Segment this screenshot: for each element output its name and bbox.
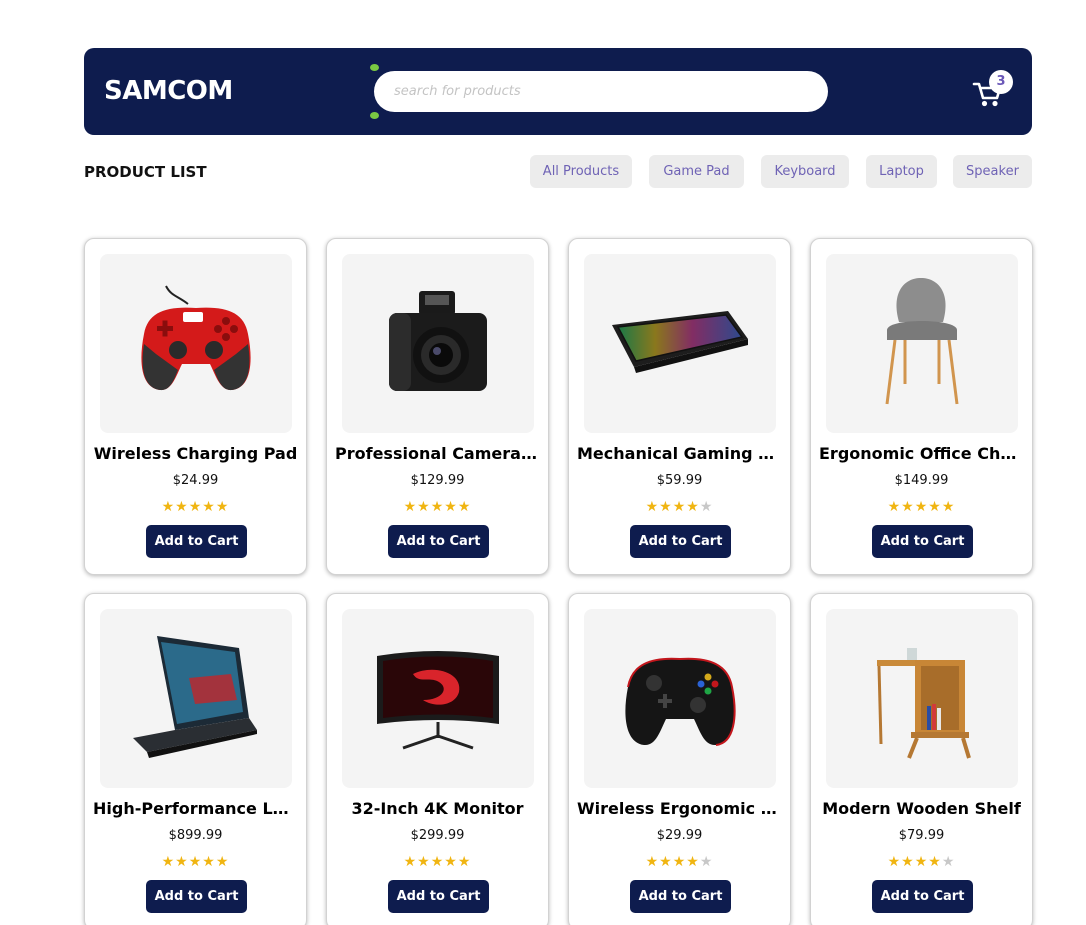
- cart-button[interactable]: 3: [972, 68, 1018, 114]
- product-price: $79.99: [898, 828, 945, 843]
- site-header: SAMCOM 3: [84, 48, 1032, 135]
- search-input[interactable]: [374, 71, 828, 112]
- product-name: Wireless Ergonomic P...: [577, 799, 782, 818]
- star-icon: ★★★★★: [887, 499, 956, 515]
- star-empty-icon: ★: [699, 499, 714, 515]
- product-image: [100, 609, 292, 788]
- product-name: Modern Wooden Shelf: [822, 799, 1021, 818]
- star-icon: ★★★★: [645, 854, 700, 870]
- star-rating: ★★★★★: [811, 499, 1032, 515]
- product-name: 32-Inch 4K Monitor: [351, 799, 524, 818]
- product-image: [342, 254, 534, 433]
- star-icon: ★★★★★: [403, 854, 472, 870]
- product-name: Wireless Charging Pad: [93, 444, 298, 463]
- product-price: $149.99: [894, 473, 949, 488]
- star-rating: ★★★★★: [811, 854, 1032, 870]
- filter-all-products[interactable]: All Products: [530, 155, 632, 188]
- product-card[interactable]: Wireless Charging Pad $24.99 ★★★★★ Add t…: [84, 238, 307, 575]
- chair-icon: [885, 277, 959, 404]
- add-to-cart-button[interactable]: Add to Cart: [872, 880, 973, 913]
- filter-keyboard[interactable]: Keyboard: [761, 155, 849, 188]
- shelf-icon: [877, 647, 971, 759]
- product-price: $899.99: [168, 828, 223, 843]
- product-image: [584, 609, 776, 788]
- logo[interactable]: SAMCOM: [104, 76, 233, 106]
- product-price: $299.99: [410, 828, 465, 843]
- star-rating: ★★★★★: [85, 854, 306, 870]
- product-price: $29.99: [656, 828, 703, 843]
- star-rating: ★★★★★: [327, 499, 548, 515]
- star-icon: ★★★★: [645, 499, 700, 515]
- filter-laptop[interactable]: Laptop: [866, 155, 937, 188]
- star-rating: ★★★★★: [569, 499, 790, 515]
- page-title: PRODUCT LIST: [84, 163, 207, 181]
- product-card[interactable]: Ergonomic Office Chair $149.99 ★★★★★ Add…: [810, 238, 1033, 575]
- product-name: Ergonomic Office Chair: [819, 444, 1024, 463]
- add-to-cart-button[interactable]: Add to Cart: [146, 525, 247, 558]
- add-to-cart-button[interactable]: Add to Cart: [630, 525, 731, 558]
- monitor-icon: [377, 650, 499, 749]
- add-to-cart-button[interactable]: Add to Cart: [388, 525, 489, 558]
- search-bar: [374, 71, 828, 112]
- star-empty-icon: ★: [699, 854, 714, 870]
- camera-icon: [389, 290, 487, 391]
- leaf-icon: [370, 64, 379, 71]
- star-icon: ★★★★★: [403, 499, 472, 515]
- product-name: Mechanical Gaming K...: [577, 444, 782, 463]
- add-to-cart-button[interactable]: Add to Cart: [630, 880, 731, 913]
- star-icon: ★★★★★: [161, 854, 230, 870]
- product-image: [584, 254, 776, 433]
- product-card[interactable]: Wireless Ergonomic P... $29.99 ★★★★★ Add…: [568, 593, 791, 925]
- product-card[interactable]: Professional Camera ... $129.99 ★★★★★ Ad…: [326, 238, 549, 575]
- cart-count-badge: 3: [989, 70, 1013, 94]
- product-image: [342, 609, 534, 788]
- product-price: $129.99: [410, 473, 465, 488]
- product-card[interactable]: High-Performance La... $899.99 ★★★★★ Add…: [84, 593, 307, 925]
- product-price: $59.99: [656, 473, 703, 488]
- product-price: $24.99: [172, 473, 219, 488]
- star-rating: ★★★★★: [569, 854, 790, 870]
- laptop-icon: [133, 635, 257, 758]
- keyboard-icon: [612, 310, 748, 373]
- gamepad-icon: [625, 657, 736, 746]
- product-name: Professional Camera ...: [335, 444, 540, 463]
- product-card[interactable]: Mechanical Gaming K... $59.99 ★★★★★ Add …: [568, 238, 791, 575]
- product-card[interactable]: Modern Wooden Shelf $79.99 ★★★★★ Add to …: [810, 593, 1033, 925]
- add-to-cart-button[interactable]: Add to Cart: [388, 880, 489, 913]
- star-rating: ★★★★★: [85, 499, 306, 515]
- star-rating: ★★★★★: [327, 854, 548, 870]
- product-card[interactable]: 32-Inch 4K Monitor $299.99 ★★★★★ Add to …: [326, 593, 549, 925]
- filter-game-pad[interactable]: Game Pad: [649, 155, 744, 188]
- leaf-icon: [370, 112, 379, 119]
- product-image: [826, 609, 1018, 788]
- star-icon: ★★★★★: [161, 499, 230, 515]
- star-empty-icon: ★: [941, 854, 956, 870]
- product-name: High-Performance La...: [93, 799, 298, 818]
- star-icon: ★★★★: [887, 854, 942, 870]
- add-to-cart-button[interactable]: Add to Cart: [146, 880, 247, 913]
- add-to-cart-button[interactable]: Add to Cart: [872, 525, 973, 558]
- filter-speaker[interactable]: Speaker: [953, 155, 1032, 188]
- product-image: [826, 254, 1018, 433]
- gamepad-icon: [141, 285, 251, 390]
- product-image: [100, 254, 292, 433]
